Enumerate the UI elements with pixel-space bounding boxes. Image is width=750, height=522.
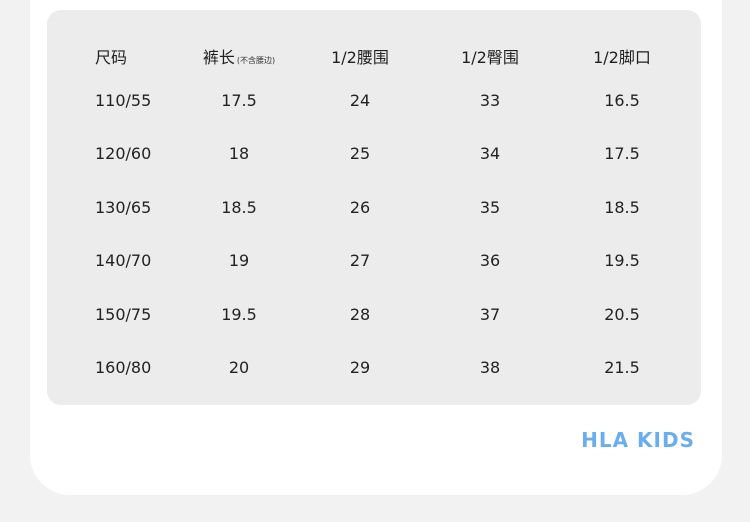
header-half-leg-opening: 1/2脚口 [593, 48, 651, 67]
cell-half-leg-opening: 21.5 [604, 358, 640, 377]
header-half-hip: 1/2臀围 [461, 48, 519, 67]
cell-half-waist: 25 [349, 144, 371, 163]
cell-pants-length: 20 [228, 358, 250, 377]
cell-size: 140/70 [95, 251, 152, 270]
cell-pants-length: 18.5 [221, 198, 257, 217]
cell-pants-length: 17.5 [221, 91, 257, 110]
header-half-waist: 1/2腰围 [331, 48, 389, 67]
cell-half-waist: 28 [349, 305, 371, 324]
cell-half-hip: 34 [479, 144, 501, 163]
cell-half-waist: 26 [349, 198, 371, 217]
header-pants-length-label: 裤长 [202, 48, 235, 67]
header-size: 尺码 [95, 48, 128, 67]
table-row: 160/80 20 29 38 21.5 [47, 353, 701, 383]
cell-half-leg-opening: 17.5 [604, 144, 640, 163]
cell-half-leg-opening: 20.5 [604, 305, 640, 324]
table-row: 130/65 18.5 26 35 18.5 [47, 193, 701, 223]
table-row: 140/70 19 27 36 19.5 [47, 246, 701, 276]
cell-half-leg-opening: 19.5 [604, 251, 640, 270]
cell-half-hip: 33 [479, 91, 501, 110]
table-row: 120/60 18 25 34 17.5 [47, 139, 701, 169]
cell-pants-length: 19.5 [221, 305, 257, 324]
header-pants-length-note: (不含腰边) [236, 56, 276, 65]
cell-pants-length: 18 [228, 144, 250, 163]
cell-half-hip: 37 [479, 305, 501, 324]
brand-logo-text: HLA KIDS [581, 428, 695, 452]
size-chart-table: 尺码 裤长 (不含腰边) 1/2腰围 1/2臀围 1/2脚口 110/55 17.… [47, 10, 701, 405]
cell-half-waist: 27 [349, 251, 371, 270]
cell-size: 120/60 [95, 144, 152, 163]
cell-half-hip: 35 [479, 198, 501, 217]
cell-half-leg-opening: 16.5 [604, 91, 640, 110]
cell-size: 160/80 [95, 358, 152, 377]
table-row: 150/75 19.5 28 37 20.5 [47, 300, 701, 330]
table-header-row: 尺码 裤长 (不含腰边) 1/2腰围 1/2臀围 1/2脚口 [47, 43, 701, 73]
cell-half-leg-opening: 18.5 [604, 198, 640, 217]
cell-half-hip: 38 [479, 358, 501, 377]
header-pants-length: 裤长 (不含腰边) [179, 43, 299, 73]
cell-pants-length: 19 [228, 251, 250, 270]
cell-half-waist: 29 [349, 358, 371, 377]
cell-half-waist: 24 [349, 91, 371, 110]
cell-size: 150/75 [95, 305, 152, 324]
cell-size: 130/65 [95, 198, 152, 217]
cell-size: 110/55 [95, 91, 152, 110]
table-row: 110/55 17.5 24 33 16.5 [47, 86, 701, 116]
cell-half-hip: 36 [479, 251, 501, 270]
